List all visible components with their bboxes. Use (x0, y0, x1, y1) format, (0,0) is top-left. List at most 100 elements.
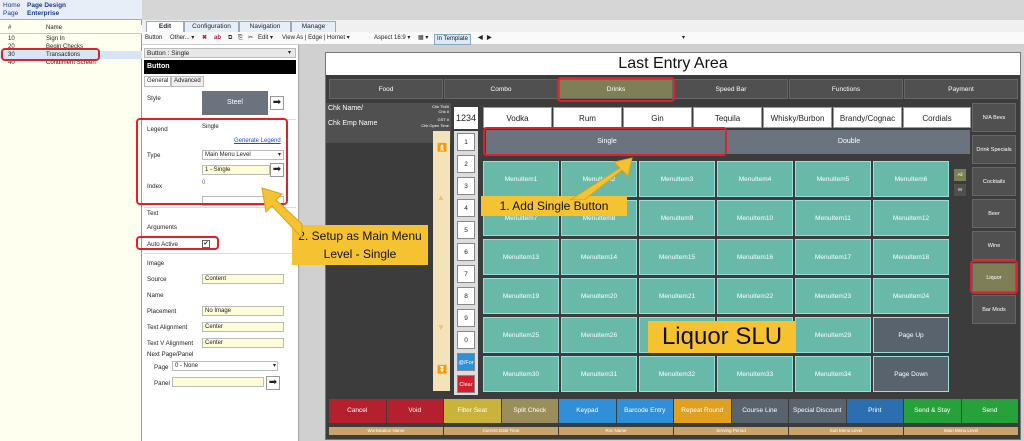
liquor-tequila[interactable]: Tequila (693, 107, 762, 128)
view-as-dropdown[interactable]: View As | Edge | Hornet ▾ (282, 34, 350, 43)
key-5[interactable]: 5 (457, 221, 475, 239)
side-na-bevs[interactable]: N/A Bevs (972, 103, 1016, 132)
menu-item[interactable]: MenuItem31 (561, 356, 637, 392)
scroll-bottom-icon[interactable]: ⏬ (437, 365, 447, 374)
bottom-button-send-stay[interactable]: Send & Stay (904, 399, 961, 423)
menu-item[interactable]: MenuItem24 (873, 278, 949, 314)
menu-item[interactable]: MenuItem13 (483, 239, 559, 275)
menu-item[interactable]: MenuItem30 (483, 356, 559, 392)
bottom-button-split-check[interactable]: Split Check (501, 399, 558, 423)
arrow-right-icon[interactable]: ➡ (270, 96, 284, 110)
forward-arrow-icon[interactable]: ▶ (487, 34, 492, 43)
menu-item[interactable]: MenuItem15 (639, 239, 715, 275)
aspect-dropdown[interactable]: Aspect 16:9 ▾ (374, 34, 410, 43)
key-8[interactable]: 8 (457, 287, 475, 305)
bottom-button-course-line[interactable]: Course Line (731, 399, 788, 423)
liquor-whisky[interactable]: Whisky/Burbon (763, 107, 832, 128)
style-swatch[interactable]: Steel (202, 91, 268, 115)
tab-configuration[interactable]: Configuration (184, 21, 239, 32)
key-6[interactable]: 6 (457, 243, 475, 261)
menu-item[interactable]: MenuItem16 (717, 239, 793, 275)
key-clear[interactable]: Clear (457, 375, 475, 393)
category-functions[interactable]: Functions (789, 79, 903, 99)
menu-item[interactable]: MenuItem12 (873, 200, 949, 236)
menu-item[interactable]: MenuItem21 (639, 278, 715, 314)
expand-icon[interactable]: ▾ (682, 34, 685, 43)
key-9[interactable]: 9 (457, 309, 475, 327)
tab-page-design[interactable]: Page Design (27, 2, 66, 10)
key-2[interactable]: 2 (457, 155, 475, 173)
category-combo[interactable]: Combo (444, 79, 558, 99)
in-template-toggle[interactable]: In Template (434, 34, 471, 45)
other-dropdown[interactable]: Other... ▾ (170, 34, 194, 43)
tab-enterprise[interactable]: Enterprise (27, 10, 59, 18)
menu-item[interactable]: MenuItem17 (795, 239, 871, 275)
menu-item[interactable]: MenuItem25 (483, 317, 559, 353)
check-scroll-strip[interactable] (433, 131, 450, 391)
bottom-button-cancel[interactable]: Cancel (329, 399, 386, 423)
category-speed-bar[interactable]: Speed Bar (674, 79, 788, 99)
menu-item[interactable]: MenuItem14 (561, 239, 637, 275)
text-valign-select[interactable]: Center (202, 338, 284, 348)
bottom-button-keypad[interactable]: Keypad (559, 399, 616, 423)
delete-icon[interactable]: ✖ (202, 34, 207, 43)
category-payment[interactable]: Payment (904, 79, 1018, 99)
bottom-button-repeat-round[interactable]: Repeat Round (674, 399, 731, 423)
bottom-button-barcode-entry[interactable]: Barcode Entry (616, 399, 673, 423)
bottom-button-print[interactable]: Print (846, 399, 903, 423)
liquor-brandy[interactable]: Brandy/Cognac (833, 107, 902, 128)
menu-item[interactable]: MenuItem33 (717, 356, 793, 392)
tab-page[interactable]: Page (3, 10, 18, 18)
cut-icon[interactable]: ✂ (248, 34, 253, 43)
liquor-vodka[interactable]: Vodka (483, 107, 552, 128)
key-at-for[interactable]: @/For (457, 353, 475, 371)
menu-item[interactable]: MenuItem4 (717, 161, 793, 197)
scroll-up-icon[interactable]: ▲ (437, 193, 445, 202)
menu-item[interactable]: MenuItem23 (795, 278, 871, 314)
side-drink-specials[interactable]: Drink Specials (972, 135, 1016, 164)
bottom-button-filter-seat[interactable]: Filter Seat (444, 399, 501, 423)
liquor-cordials[interactable]: Cordials (903, 107, 971, 128)
menu-item[interactable]: MenuItem10 (717, 200, 793, 236)
size-double[interactable]: Double (728, 130, 970, 154)
tab-home[interactable]: Home (3, 2, 20, 10)
key-4[interactable]: 4 (457, 199, 475, 217)
arrow-right-icon[interactable]: ➡ (266, 376, 280, 390)
menu-item[interactable]: MenuItem9 (639, 200, 715, 236)
text-alignment-select[interactable]: Center (202, 322, 284, 332)
source-select[interactable]: Content (202, 274, 284, 284)
menu-item[interactable]: MenuItem5 (795, 161, 871, 197)
menu-item[interactable]: MenuItem34 (795, 356, 871, 392)
side-bar-mods[interactable]: Bar Mods (972, 295, 1016, 324)
filter-all[interactable]: All (954, 169, 966, 181)
tab-navigation[interactable]: Navigation (239, 21, 291, 32)
key-7[interactable]: 7 (457, 265, 475, 283)
side-cocktails[interactable]: Cocktails (972, 167, 1016, 196)
filter-m[interactable]: M (954, 184, 966, 196)
menu-item[interactable]: MenuItem20 (561, 278, 637, 314)
chevron-down-icon[interactable]: ▾ (288, 49, 291, 56)
key-1[interactable]: 1 (457, 133, 475, 151)
menu-item[interactable]: MenuItem3 (639, 161, 715, 197)
tab-manage[interactable]: Manage (291, 21, 336, 32)
tab-edit[interactable]: Edit (146, 21, 184, 32)
tab-general[interactable]: General (144, 76, 172, 87)
grid-icon[interactable]: ▦ ▾ (418, 34, 428, 43)
edit-dropdown[interactable]: Edit ▾ (258, 34, 273, 43)
list-item[interactable]: 10 Sign In (0, 35, 142, 43)
menu-item[interactable]: MenuItem1 (483, 161, 559, 197)
bottom-button-send[interactable]: Send (961, 399, 1018, 423)
menu-item[interactable]: Page Down (873, 356, 949, 392)
menu-item[interactable]: MenuItem22 (717, 278, 793, 314)
bottom-button-void[interactable]: Void (386, 399, 443, 423)
bottom-button-special-discount[interactable]: Special Discount (789, 399, 846, 423)
page-select[interactable]: 0 - None (172, 361, 278, 371)
key-3[interactable]: 3 (457, 177, 475, 195)
rename-icon[interactable]: ab (214, 34, 221, 43)
menu-item[interactable]: MenuItem6 (873, 161, 949, 197)
paste-icon[interactable]: ⎘ (238, 34, 243, 43)
panel-field[interactable] (172, 377, 264, 387)
placement-select[interactable]: No Image (202, 306, 284, 316)
liquor-gin[interactable]: Gin (623, 107, 692, 128)
menu-item[interactable]: MenuItem29 (795, 317, 871, 353)
